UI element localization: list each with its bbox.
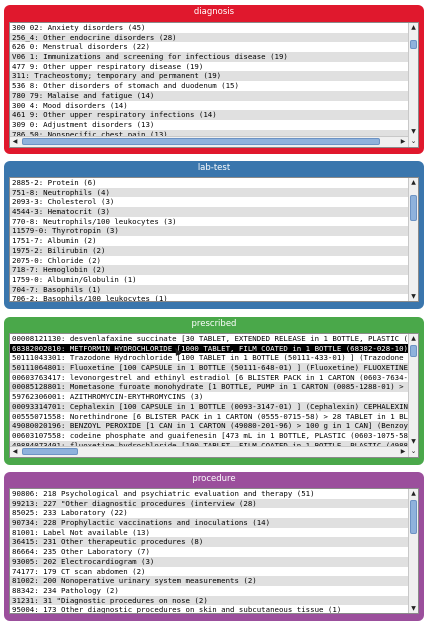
list-item[interactable]: 49080020196: BENZOYL PEROXIDE [1 CAN in … — [10, 421, 408, 431]
list-item[interactable]: 751-8: Neutrophils (4) — [10, 187, 408, 198]
list-item[interactable]: 2885-2: Protein (6) — [10, 178, 408, 188]
diagnosis-vertical-scroll-thumb[interactable] — [410, 40, 417, 49]
diagnosis-horizontal-scroll-thumb[interactable] — [22, 138, 380, 145]
list-item[interactable]: 300 4: Mood disorders (14) — [10, 101, 408, 111]
procedure-vertical-scrollbar[interactable]: ▲ ▼ — [408, 489, 418, 613]
list-item[interactable]: 1759-0: Albumin/Globulin (1) — [10, 275, 408, 285]
list-item[interactable]: 536 8: Other disorders of stomach and du… — [10, 81, 408, 91]
list-item[interactable]: 90734: 228 Prophylactic vaccinations and… — [10, 518, 408, 528]
list-item[interactable]: 461 9: Other upper respiratory infection… — [10, 110, 408, 120]
list-item[interactable]: 780 79: Malaise and fatigue (14) — [10, 90, 408, 101]
list-item[interactable]: 770-8: Neutrophils/100 leukocytes (3) — [10, 217, 408, 227]
diagnosis-panel: diagnosis 300 02: Anxiety disorders (45)… — [4, 5, 424, 154]
scroll-left-arrow-icon[interactable]: ◀ — [10, 447, 20, 457]
list-item[interactable]: 718-7: Hemoglobin (2) — [10, 265, 408, 275]
list-item[interactable]: 68382002810: METFORMIN HYDROCHLORIDE [10… — [10, 343, 408, 354]
scroll-right-arrow-icon[interactable]: ▶ — [398, 447, 408, 457]
lab-test-panel: lab-test 2885-2: Protein (6) 751-8: Neutr… — [4, 161, 424, 309]
list-item[interactable]: 81001: Label Not available (13) — [10, 528, 408, 538]
prescribed-horizontal-scrollbar[interactable]: ◀ ▶ — [10, 446, 408, 457]
list-item[interactable]: 50111064801: Fluoxetine [100 CAPSULE in … — [10, 363, 408, 373]
list-item[interactable]: 11579-0: Thyrotropin (3) — [10, 226, 408, 237]
list-item[interactable]: 90806: 218 Psychological and psychiatric… — [10, 489, 408, 499]
list-item[interactable]: 300 02: Anxiety disorders (45) — [10, 23, 408, 33]
scroll-down-arrow-icon[interactable]: ▼ — [409, 127, 418, 136]
prescribed-vertical-scroll-thumb[interactable] — [410, 345, 417, 357]
list-item[interactable]: 93005: 202 Electrocardiogram (3) — [10, 556, 408, 567]
scroll-up-arrow-icon[interactable]: ▲ — [409, 178, 418, 187]
scroll-down-arrow-icon[interactable]: ▼ — [409, 437, 418, 446]
scroll-down-arrow-icon[interactable]: ▼ — [409, 292, 418, 301]
list-item[interactable]: 81002: 200 Nonoperative urinary system m… — [10, 576, 408, 586]
prescribed-horizontal-scroll-thumb[interactable] — [22, 448, 78, 455]
lab-test-vertical-scroll-thumb[interactable] — [410, 195, 417, 221]
diagnosis-vertical-scrollbar[interactable]: ▲ ▼ — [408, 23, 418, 136]
list-item[interactable]: 50111043301: Trazodone Hydrochloride [10… — [10, 353, 408, 363]
diagnosis-title: diagnosis — [193, 7, 235, 17]
list-item[interactable]: 706-2: Basophils/100 leukocytes (1) — [10, 294, 408, 301]
diagnosis-horizontal-scrollbar[interactable]: ◀ ▶ — [10, 136, 408, 147]
list-item[interactable]: 95004: 173 Other diagnostic procedures o… — [10, 605, 408, 613]
list-item[interactable]: 00093314701: Cephalexin [100 CAPSULE in … — [10, 401, 408, 412]
list-item[interactable]: 00603763417: levonorgestrel and ethinyl … — [10, 373, 408, 383]
diagnosis-list[interactable]: 300 02: Anxiety disorders (45) 256_4: Oth… — [9, 22, 419, 148]
list-item[interactable]: 36415: 231 Other therapeutic procedures … — [10, 537, 408, 548]
scroll-up-arrow-icon[interactable]: ▲ — [409, 334, 418, 343]
list-item[interactable]: 00603107558: codeine phosphate and guaif… — [10, 431, 408, 441]
scroll-down-arrow-icon[interactable]: ▼ — [409, 604, 418, 613]
prescribed-vertical-scrollbar[interactable]: ▲ ▼ — [408, 334, 418, 446]
procedure-vertical-scroll-thumb[interactable] — [410, 500, 417, 534]
list-item[interactable]: 256_4: Other endocrine disorders (28) — [10, 32, 408, 43]
list-item[interactable]: 74177: 179 CT scan abdomen (2) — [10, 567, 408, 577]
list-item[interactable]: 99213: 227 "Other diagnostic procedures … — [10, 498, 408, 509]
list-item[interactable]: 59762306001: AZITHROMYCIN-ERYTHROMYCINS … — [10, 392, 408, 402]
list-item[interactable]: 00555071558: Norethindrone [6 BLISTER PA… — [10, 412, 408, 422]
list-item[interactable]: 626 0: Menstrual disorders (22) — [10, 42, 408, 52]
list-item[interactable]: 00008121130: desvenlafaxine succinate [3… — [10, 334, 408, 344]
scroll-left-arrow-icon[interactable]: ◀ — [10, 137, 20, 147]
list-item[interactable]: 88342: 234 Pathology (2) — [10, 586, 408, 596]
list-item[interactable]: 86664: 235 Other Laboratory (7) — [10, 547, 408, 557]
prescribed-list[interactable]: 00008121130: desvenlafaxine succinate [3… — [9, 333, 419, 458]
prescribed-title: prescribed — [191, 319, 237, 329]
list-item[interactable]: 311: Tracheostomy; temporary and permane… — [10, 71, 408, 82]
procedure-title: procedure — [192, 474, 236, 484]
list-item[interactable]: 477 9: Other upper respiratory disease (… — [10, 62, 408, 72]
list-item[interactable]: 00085128801: Mometasone furoate monohydr… — [10, 382, 408, 393]
list-item[interactable]: 85025: 233 Laboratory (22) — [10, 508, 408, 518]
list-item[interactable]: 4544-3: Hematocrit (3) — [10, 207, 408, 217]
lab-test-list[interactable]: 2885-2: Protein (6) 751-8: Neutrophils (4… — [9, 177, 419, 302]
list-item[interactable]: 31231: 31 "Diagnostic procedures on nose… — [10, 595, 408, 606]
prescribed-panel: prescribed 00008121130: desvenlafaxine s… — [4, 317, 424, 465]
list-item[interactable]: 1975-2: Bilirubin (2) — [10, 245, 408, 256]
list-item[interactable]: 1751-7: Albumin (2) — [10, 236, 408, 246]
list-item[interactable]: 309 0: Adjustment disorders (13) — [10, 120, 408, 130]
scroll-up-arrow-icon[interactable]: ▲ — [409, 489, 418, 498]
list-item[interactable]: V06 1: Immunizations and screening for i… — [10, 52, 408, 62]
lab-test-title: lab-test — [197, 163, 231, 173]
procedure-list[interactable]: 90806: 218 Psychological and psychiatric… — [9, 488, 419, 614]
chevron-down-icon[interactable]: ⌄ — [408, 136, 418, 147]
list-item[interactable]: 2075-0: Chloride (2) — [10, 256, 408, 266]
scroll-up-arrow-icon[interactable]: ▲ — [409, 23, 418, 32]
lab-test-vertical-scrollbar[interactable]: ▲ ▼ — [408, 178, 418, 301]
procedure-panel: procedure 90806: 218 Psychological and p… — [4, 472, 424, 621]
scroll-right-arrow-icon[interactable]: ▶ — [398, 137, 408, 147]
list-item[interactable]: 2093-3: Cholesterol (3) — [10, 197, 408, 207]
list-item[interactable]: 704-7: Basophils (1) — [10, 284, 408, 295]
chevron-down-icon[interactable]: ⌄ — [408, 446, 418, 457]
